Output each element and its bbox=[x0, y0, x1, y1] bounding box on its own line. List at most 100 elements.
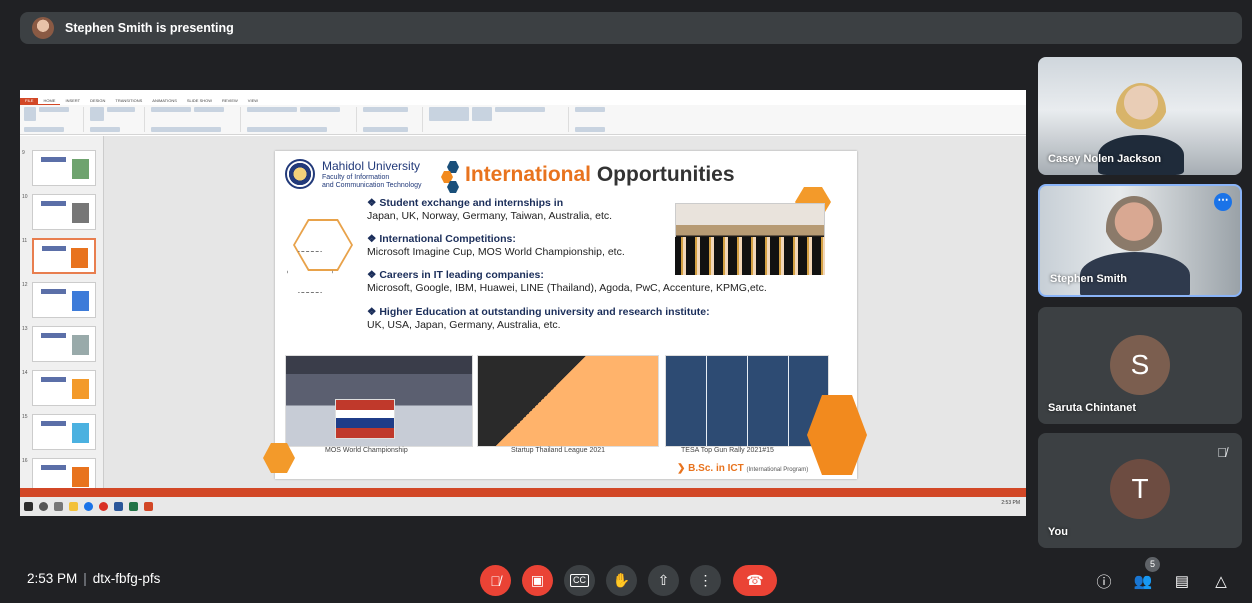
faculty-line-2: and Communication Technology bbox=[322, 182, 422, 189]
participant-name: Saruta Chintanet bbox=[1048, 402, 1137, 414]
menu-transitions: TRANSITIONS bbox=[115, 98, 143, 103]
slide-thumb[interactable] bbox=[32, 414, 96, 450]
slide-thumb[interactable] bbox=[32, 370, 96, 406]
slide-thumb[interactable] bbox=[32, 326, 96, 362]
more-vert-icon: ⋮ bbox=[698, 572, 713, 588]
bullet-detail: Japan, UK, Norway, Germany, Taiwan, Aust… bbox=[367, 210, 613, 222]
menu-home: HOME bbox=[38, 98, 61, 105]
info-icon: ⓘ bbox=[1096, 573, 1112, 591]
powerpoint-menu: FILE HOME INSERT DESIGN TRANSITIONS ANIM… bbox=[20, 98, 1026, 105]
people-icon: 👥 bbox=[1133, 573, 1153, 590]
taskbar-clock: 2:53 PM bbox=[1001, 500, 1020, 506]
thumb-number: 9 bbox=[22, 150, 25, 156]
slide-thumb[interactable] bbox=[32, 282, 96, 318]
chrome-icon bbox=[99, 502, 108, 511]
activities-icon: △ bbox=[1215, 573, 1227, 590]
faculty-line-1: Faculty of Information bbox=[322, 174, 390, 181]
task-view-icon bbox=[54, 502, 63, 511]
menu-view: VIEW bbox=[247, 98, 259, 103]
participant-tile-saruta[interactable]: S Saruta Chintanet bbox=[1038, 307, 1242, 424]
slide-thumb-selected[interactable] bbox=[32, 238, 96, 274]
powerpoint-workspace: 9 10 11 12 13 14 15 16 Mahidol Universit… bbox=[20, 136, 1026, 494]
menu-insert: INSERT bbox=[65, 98, 81, 103]
bullet-detail: Microsoft Imagine Cup, MOS World Champio… bbox=[367, 246, 625, 258]
chat-button[interactable]: ▤ bbox=[1171, 570, 1193, 592]
meeting-info: 2:53 PM | dtx-fbfg-pfs bbox=[27, 571, 160, 586]
present-screen-icon: ⇧ bbox=[657, 572, 670, 588]
bullet-detail: UK, USA, Japan, Germany, Australia, etc. bbox=[367, 319, 561, 331]
program-label: ❯ B.Sc. in ICT (International Program) bbox=[677, 463, 809, 474]
participant-tile-casey[interactable]: Casey Nolen Jackson bbox=[1038, 57, 1242, 175]
menu-review: REVIEW bbox=[222, 98, 238, 103]
activities-button[interactable]: △ bbox=[1210, 570, 1232, 592]
windows-start-icon bbox=[24, 502, 33, 511]
thumb-number: 13 bbox=[22, 326, 28, 332]
caption-mos: MOS World Championship bbox=[325, 447, 408, 454]
thumb-number: 10 bbox=[22, 194, 28, 200]
search-icon bbox=[39, 502, 48, 511]
participant-tile-stephen[interactable]: ⋯ Stephen Smith bbox=[1038, 184, 1242, 297]
participant-video bbox=[1106, 196, 1162, 260]
more-options-button[interactable]: ⋮ bbox=[690, 565, 721, 596]
current-time: 2:53 PM bbox=[27, 571, 78, 586]
separator: | bbox=[83, 571, 87, 586]
bullet-detail: Microsoft, Google, IBM, Huawei, LINE (Th… bbox=[367, 282, 767, 294]
mic-toggle-button[interactable]: 🎙̸ bbox=[480, 565, 511, 596]
participant-video bbox=[1116, 83, 1166, 139]
current-slide: Mahidol University Faculty of Informatio… bbox=[263, 151, 867, 479]
presenter-avatar bbox=[32, 17, 54, 39]
folder-icon bbox=[69, 502, 78, 511]
meeting-details-button[interactable]: ⓘ bbox=[1093, 570, 1115, 592]
bullet-competitions: International Competitions:Microsoft Ima… bbox=[367, 233, 625, 259]
windows-taskbar: 2:53 PM bbox=[20, 497, 1026, 516]
participant-tile-you[interactable]: 🎙̸ T You bbox=[1038, 433, 1242, 548]
thumb-number: 12 bbox=[22, 282, 28, 288]
people-button[interactable]: 👥 bbox=[1132, 570, 1154, 592]
captions-icon: CC bbox=[570, 574, 589, 587]
thumb-number: 11 bbox=[22, 238, 28, 244]
startup-league-photo bbox=[477, 355, 659, 447]
end-call-button[interactable]: ☎ bbox=[733, 565, 777, 596]
slide-thumb[interactable] bbox=[32, 150, 96, 186]
bullet-heading: Student exchange and internships in bbox=[367, 197, 612, 210]
participant-name: Stephen Smith bbox=[1050, 273, 1128, 285]
tesa-rally-photo bbox=[665, 355, 829, 447]
more-options-icon[interactable]: ⋯ bbox=[1214, 193, 1232, 211]
thumb-number: 16 bbox=[22, 458, 28, 464]
caption-tesa: TESA Top Gun Rally 2021#15 bbox=[681, 447, 774, 454]
flag-image bbox=[335, 399, 395, 439]
thumb-number: 15 bbox=[22, 414, 28, 420]
presenting-banner: Stephen Smith is presenting bbox=[20, 12, 1242, 44]
people-count-badge: 5 bbox=[1145, 557, 1160, 572]
excel-icon bbox=[129, 502, 138, 511]
slide-thumbnails[interactable]: 9 10 11 12 13 14 15 16 bbox=[20, 136, 104, 494]
shared-screen: FILE HOME INSERT DESIGN TRANSITIONS ANIM… bbox=[20, 90, 1026, 516]
decor-hexagon-orange bbox=[263, 443, 295, 473]
captions-button[interactable]: CC bbox=[564, 565, 595, 596]
powerpoint-icon bbox=[144, 502, 153, 511]
powerpoint-status-bar bbox=[20, 488, 1026, 497]
program-sub: (International Program) bbox=[746, 467, 809, 473]
menu-animations: ANIMATIONS bbox=[152, 98, 177, 103]
bullet-higher-education: Higher Education at outstanding universi… bbox=[367, 306, 710, 332]
program-name: B.Sc. in ICT bbox=[688, 463, 744, 474]
slide-thumb[interactable] bbox=[32, 194, 96, 230]
mic-off-icon: 🎙̸ bbox=[490, 572, 501, 589]
presenting-text: Stephen Smith is presenting bbox=[65, 21, 234, 35]
present-button[interactable]: ⇧ bbox=[648, 565, 679, 596]
raise-hand-button[interactable]: ✋ bbox=[606, 565, 637, 596]
caption-startup: Startup Thailand League 2021 bbox=[511, 447, 606, 454]
slide-title: International Opportunities bbox=[465, 163, 735, 187]
camera-toggle-button[interactable]: ▣ bbox=[522, 565, 553, 596]
powerpoint-title-bar bbox=[20, 90, 1026, 98]
word-icon bbox=[114, 502, 123, 511]
chat-icon: ▤ bbox=[1174, 573, 1190, 590]
participant-name: You bbox=[1048, 526, 1068, 538]
avatar: S bbox=[1110, 335, 1170, 395]
mahidol-seal-logo bbox=[285, 159, 315, 189]
powerpoint-ribbon bbox=[20, 105, 1026, 135]
bullet-heading: International Competitions: bbox=[367, 233, 625, 246]
avatar: T bbox=[1110, 459, 1170, 519]
camera-off-icon: ▣ bbox=[530, 572, 545, 588]
menu-design: DESIGN bbox=[90, 98, 106, 103]
